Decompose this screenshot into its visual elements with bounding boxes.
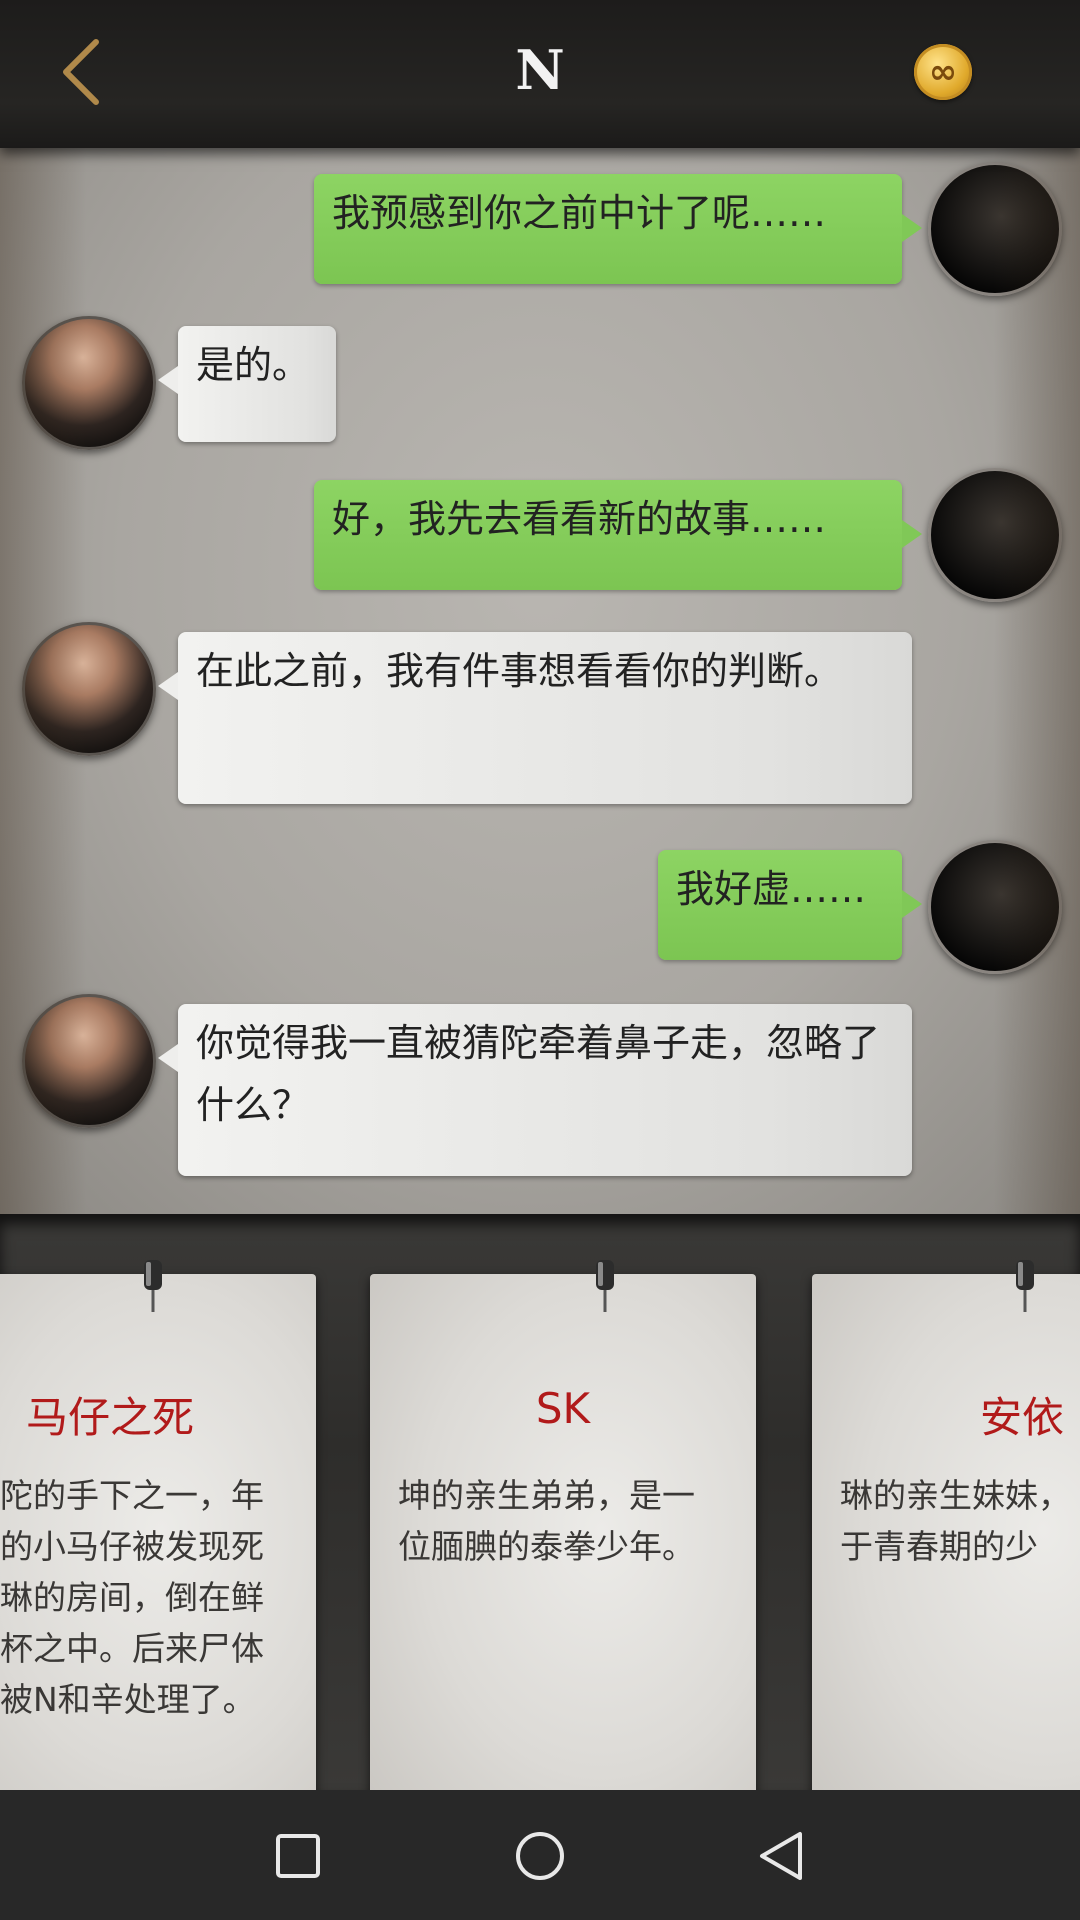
top-bar: N ∞ [0, 0, 1080, 148]
home-icon[interactable] [512, 1828, 568, 1884]
back-icon[interactable] [754, 1828, 810, 1884]
character-card[interactable]: SK 坤的亲生弟弟，是一 位腼腆的泰拳少年。 [370, 1260, 756, 1790]
my-avatar[interactable] [928, 162, 1062, 296]
character-card[interactable]: 马仔之死 陀的手下之一，年 的小马仔被发现死 琳的房间，倒在鲜 杯之中。后来尸体… [0, 1260, 316, 1790]
pushpin-icon [1016, 1260, 1034, 1312]
message-text: 我好虚…… [676, 867, 867, 911]
contact-avatar[interactable] [22, 622, 156, 756]
message-bubble-received: 在此之前，我有件事想看看你的判断。 [158, 632, 912, 804]
card-title: SK [535, 1384, 591, 1433]
message-text: 你觉得我一直被猜陀牵着鼻子走，忽略了什么？ [196, 1021, 881, 1127]
card-description: 琳的亲生妹妹， 于青春期的少 [840, 1476, 1071, 1566]
pushpin-icon [596, 1260, 614, 1312]
card-title: 安依 [979, 1393, 1064, 1442]
card-description: 坤的亲生弟弟，是一 位腼腆的泰拳少年。 [398, 1476, 695, 1566]
coin-symbol: ∞ [928, 52, 958, 92]
message-text: 是的。 [196, 343, 311, 387]
message-bubble-received: 是的。 [158, 326, 336, 442]
message-bubble-sent: 好，我先去看看新的故事…… [314, 480, 922, 590]
my-avatar[interactable] [928, 468, 1062, 602]
infinity-coin-icon[interactable]: ∞ [914, 44, 972, 100]
my-avatar[interactable] [928, 840, 1062, 974]
character-card[interactable]: 安依 琳的亲生妹妹， 于青春期的少 [812, 1260, 1080, 1790]
card-title: 马仔之死 [25, 1393, 194, 1442]
character-card-strip[interactable]: 马仔之死 陀的手下之一，年 的小马仔被发现死 琳的房间，倒在鲜 杯之中。后来尸体… [0, 1214, 1080, 1790]
pushpin-icon [144, 1260, 162, 1312]
message-text: 在此之前，我有件事想看看你的判断。 [196, 649, 843, 693]
message-text: 我预感到你之前中计了呢…… [332, 191, 827, 235]
contact-avatar[interactable] [22, 994, 156, 1128]
chat-area[interactable]: 我预感到你之前中计了呢…… 是的。 好，我先去看看新的故事…… 在此之前，我有件… [0, 148, 1080, 1214]
message-bubble-sent: 我预感到你之前中计了呢…… [314, 174, 922, 284]
system-navigation-bar [0, 1790, 1080, 1920]
message-bubble-received: 你觉得我一直被猜陀牵着鼻子走，忽略了什么？ [158, 1004, 912, 1176]
contact-avatar[interactable] [22, 316, 156, 450]
message-text: 好，我先去看看新的故事…… [332, 497, 827, 541]
card-description: 陀的手下之一，年 的小马仔被发现死 琳的房间，倒在鲜 杯之中。后来尸体 被N和辛… [0, 1476, 264, 1719]
recent-apps-icon[interactable] [270, 1828, 326, 1884]
message-bubble-sent: 我好虚…… [658, 850, 922, 960]
